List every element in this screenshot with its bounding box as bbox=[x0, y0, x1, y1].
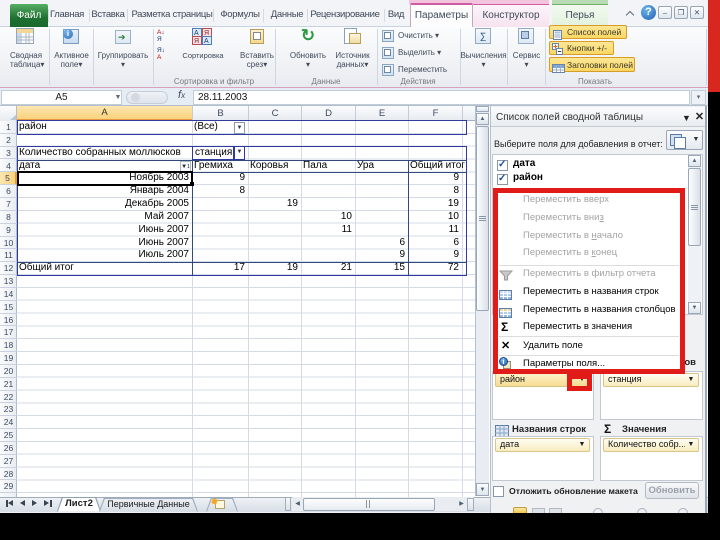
svg-text:Я: Я bbox=[194, 38, 199, 45]
svg-text:Я: Я bbox=[204, 30, 209, 37]
svg-text:А: А bbox=[194, 30, 199, 37]
svg-text:А: А bbox=[204, 38, 209, 45]
